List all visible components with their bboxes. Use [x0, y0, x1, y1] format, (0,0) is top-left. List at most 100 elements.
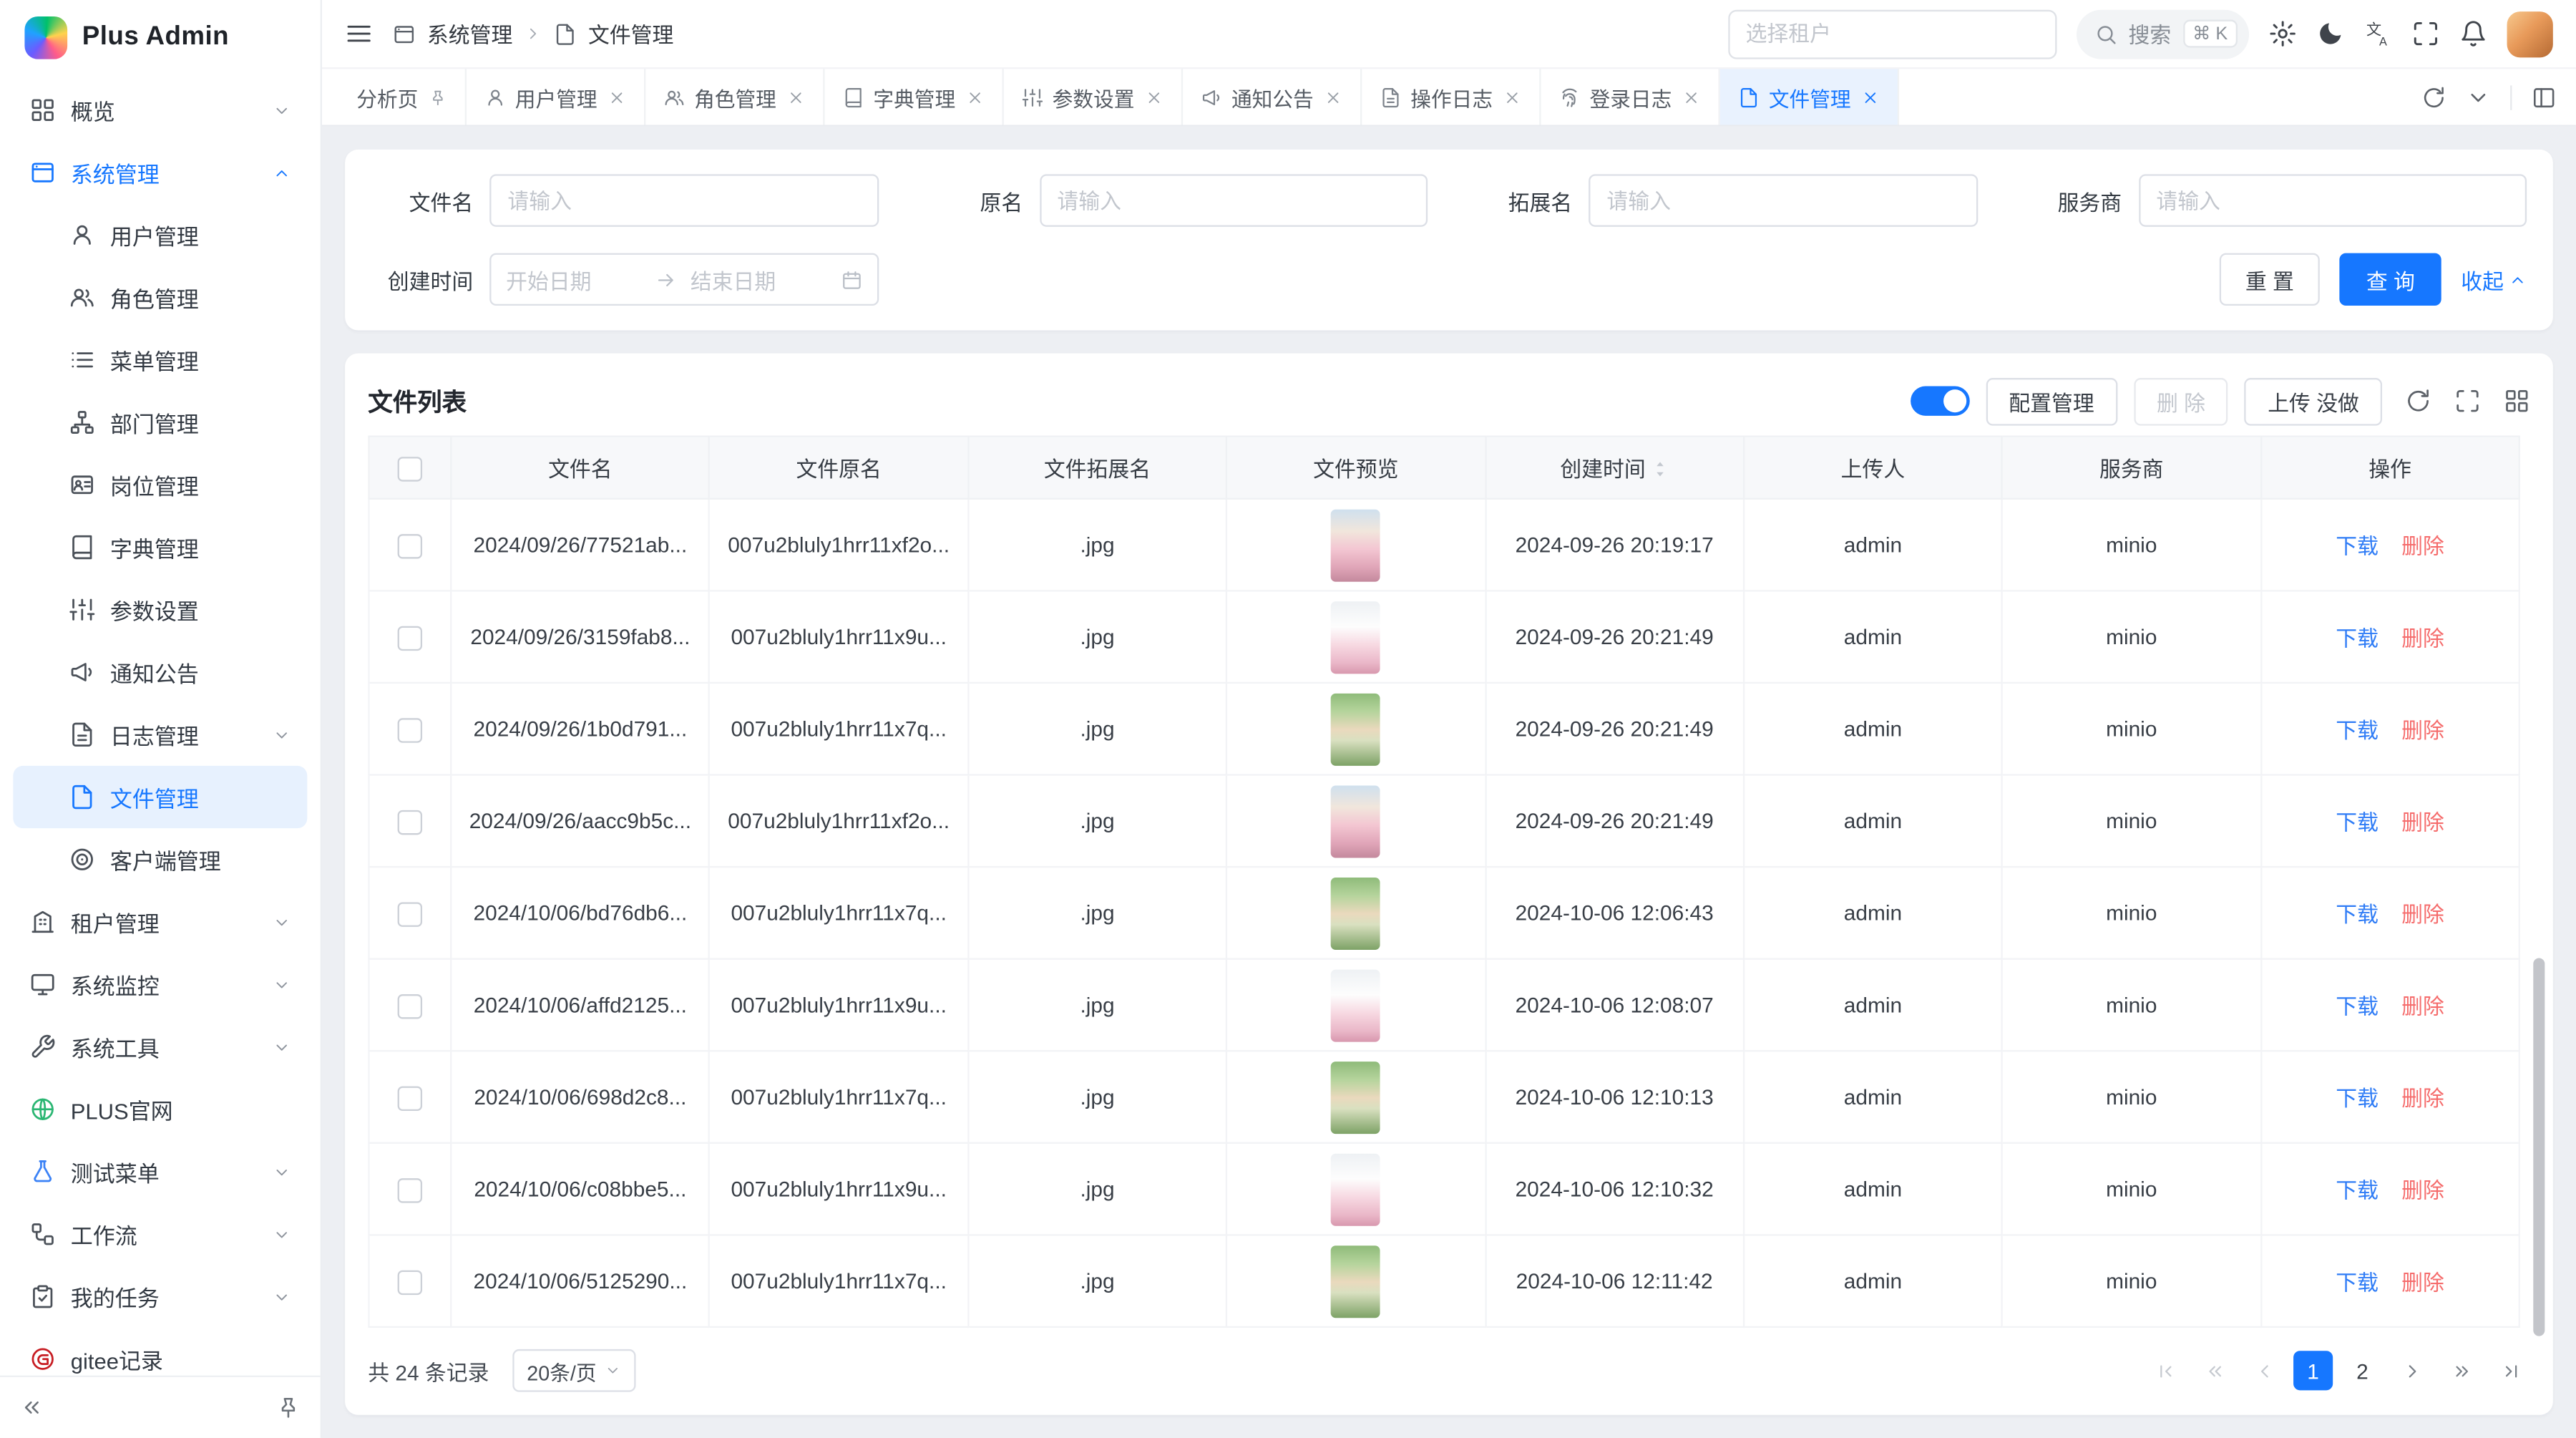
download-link[interactable]: 下载 — [2336, 994, 2379, 1019]
collapse-filter-link[interactable]: 收起 — [2461, 263, 2527, 295]
close-icon[interactable] — [1144, 88, 1162, 106]
prev-page-button[interactable] — [2244, 1351, 2283, 1390]
sidebar-item-2[interactable]: 用户管理 — [13, 204, 307, 266]
row-checkbox[interactable] — [398, 810, 422, 834]
translate-icon[interactable]: 文A — [2364, 20, 2392, 48]
dark-mode-icon[interactable] — [2316, 20, 2344, 48]
sidebar-item-8[interactable]: 参数设置 — [13, 578, 307, 641]
sidebar-item-3[interactable]: 角色管理 — [13, 266, 307, 329]
config-toggle[interactable] — [1911, 387, 1970, 416]
filter-input-2[interactable] — [1589, 174, 1977, 226]
row-checkbox[interactable] — [398, 1177, 422, 1202]
page-size-select[interactable]: 20条/页 — [512, 1349, 636, 1392]
row-checkbox[interactable] — [398, 901, 422, 926]
download-link[interactable]: 下载 — [2336, 1178, 2379, 1203]
file-preview-image[interactable] — [1331, 1245, 1380, 1317]
tab-2[interactable]: 角色管理 — [645, 69, 824, 125]
sort-icon[interactable] — [1651, 457, 1669, 481]
close-icon[interactable] — [1860, 88, 1878, 106]
jump-back-button[interactable] — [2195, 1351, 2234, 1390]
global-search[interactable]: 搜索 ⌘ K — [2076, 9, 2249, 59]
delete-link[interactable]: 删除 — [2401, 994, 2444, 1019]
sidebar-item-17[interactable]: 测试菜单 — [13, 1140, 307, 1203]
file-preview-image[interactable] — [1331, 601, 1380, 673]
tab-3[interactable]: 字典管理 — [824, 69, 1003, 125]
sidebar-item-7[interactable]: 字典管理 — [13, 516, 307, 578]
pin-sidebar-button[interactable] — [276, 1395, 301, 1419]
row-checkbox[interactable] — [398, 533, 422, 558]
tab-0[interactable]: 分析页 — [338, 69, 466, 125]
filter-input-0[interactable] — [489, 174, 878, 226]
expand-table-icon[interactable] — [2454, 388, 2481, 414]
filter-input-1[interactable] — [1039, 174, 1428, 226]
next-page-button[interactable] — [2392, 1351, 2431, 1390]
download-link[interactable]: 下载 — [2336, 1271, 2379, 1295]
batch-delete-button[interactable]: 删 除 — [2134, 377, 2228, 425]
layout-toggle-icon[interactable] — [2532, 84, 2556, 109]
select-all-checkbox[interactable] — [398, 456, 422, 480]
hamburger-icon[interactable] — [345, 20, 373, 48]
sidebar-item-5[interactable]: 部门管理 — [13, 391, 307, 453]
breadcrumb-item[interactable]: 系统管理 — [427, 18, 512, 49]
close-icon[interactable] — [1324, 88, 1342, 106]
download-link[interactable]: 下载 — [2336, 902, 2379, 926]
delete-link[interactable]: 删除 — [2401, 718, 2444, 742]
breadcrumb-item[interactable]: 文件管理 — [588, 18, 673, 49]
row-checkbox[interactable] — [398, 994, 422, 1018]
close-icon[interactable] — [1503, 88, 1521, 106]
sidebar-item-11[interactable]: 文件管理 — [13, 766, 307, 828]
config-manage-button[interactable]: 配置管理 — [1986, 377, 2117, 425]
file-preview-image[interactable] — [1331, 693, 1380, 765]
download-link[interactable]: 下载 — [2336, 1087, 2379, 1111]
app-logo[interactable]: Plus Admin — [0, 0, 321, 76]
download-link[interactable]: 下载 — [2336, 534, 2379, 558]
tab-1[interactable]: 用户管理 — [466, 69, 645, 125]
page-number-2[interactable]: 2 — [2343, 1351, 2382, 1390]
close-icon[interactable] — [1682, 88, 1699, 106]
file-preview-image[interactable] — [1331, 877, 1380, 949]
close-icon[interactable] — [965, 88, 983, 106]
date-range-input[interactable]: 开始日期 结束日期 — [489, 253, 878, 306]
user-avatar[interactable] — [2507, 11, 2553, 57]
file-preview-image[interactable] — [1331, 1061, 1380, 1133]
sidebar-item-12[interactable]: 客户端管理 — [13, 828, 307, 890]
row-checkbox[interactable] — [398, 626, 422, 650]
sidebar-item-18[interactable]: 工作流 — [13, 1203, 307, 1265]
file-preview-image[interactable] — [1331, 1153, 1380, 1225]
tab-4[interactable]: 参数设置 — [1003, 69, 1182, 125]
sidebar-item-0[interactable]: 概览 — [13, 79, 307, 141]
column-settings-icon[interactable] — [2504, 388, 2530, 414]
pin-icon[interactable] — [428, 88, 446, 106]
delete-link[interactable]: 删除 — [2401, 534, 2444, 558]
gear-icon[interactable] — [2269, 20, 2297, 48]
tab-8[interactable]: 文件管理 — [1719, 69, 1898, 125]
delete-link[interactable]: 删除 — [2401, 1087, 2444, 1111]
delete-link[interactable]: 删除 — [2401, 1271, 2444, 1295]
row-checkbox[interactable] — [398, 1270, 422, 1294]
search-button[interactable]: 查 询 — [2340, 253, 2441, 306]
close-icon[interactable] — [786, 88, 804, 106]
row-checkbox[interactable] — [398, 1086, 422, 1110]
tenant-select[interactable] — [1727, 9, 2056, 59]
sidebar-item-14[interactable]: 系统监控 — [13, 953, 307, 1016]
file-preview-image[interactable] — [1331, 968, 1380, 1041]
jump-forward-button[interactable] — [2441, 1351, 2481, 1390]
row-checkbox[interactable] — [398, 717, 422, 742]
delete-link[interactable]: 删除 — [2401, 902, 2444, 926]
tab-7[interactable]: 登录日志 — [1541, 69, 1719, 125]
notifications-icon[interactable] — [2459, 20, 2487, 48]
sidebar-item-1[interactable]: 系统管理 — [13, 141, 307, 203]
first-page-button[interactable] — [2145, 1351, 2185, 1390]
file-preview-image[interactable] — [1331, 509, 1380, 581]
tab-6[interactable]: 操作日志 — [1361, 69, 1540, 125]
filter-input-3[interactable] — [2138, 174, 2527, 226]
download-link[interactable]: 下载 — [2336, 718, 2379, 742]
last-page-button[interactable] — [2491, 1351, 2530, 1390]
delete-link[interactable]: 删除 — [2401, 810, 2444, 835]
sidebar-item-20[interactable]: gitee记录 — [13, 1328, 307, 1376]
column-header[interactable]: 创建时间 — [1485, 437, 1743, 499]
file-preview-image[interactable] — [1331, 784, 1380, 857]
tab-actions-dropdown-icon[interactable] — [2466, 84, 2490, 109]
fullscreen-icon[interactable] — [2411, 20, 2439, 48]
sidebar-item-9[interactable]: 通知公告 — [13, 641, 307, 703]
